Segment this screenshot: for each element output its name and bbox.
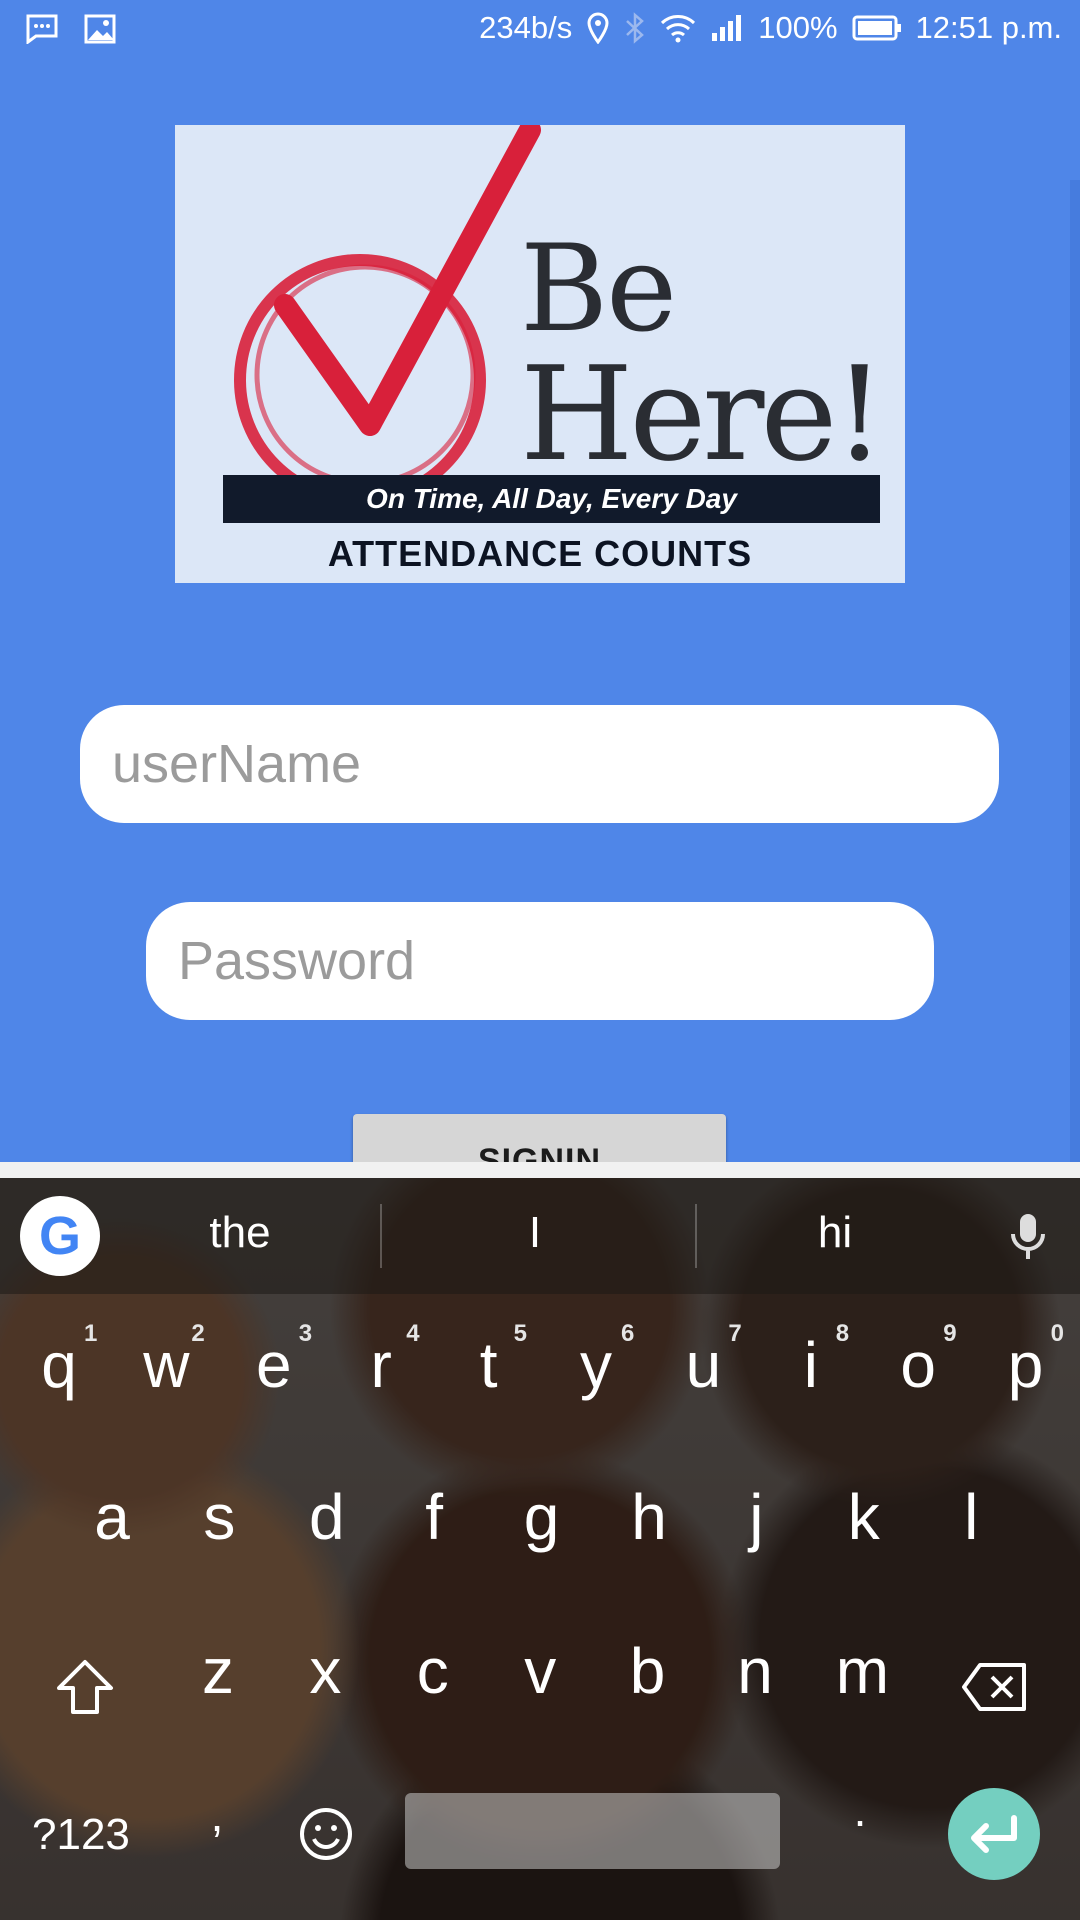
status-bar: 234b/s 100% 12:51 p.m. [0, 0, 1080, 62]
wifi-icon [660, 13, 696, 43]
logo-word-here: Here! [520, 338, 886, 490]
app-logo: Be Here! On Time, All Day, Every Day ATT… [175, 125, 905, 583]
battery-percent: 100% [758, 10, 838, 45]
key-hint-1: 1 [84, 1320, 98, 1347]
key-hint-9: 9 [943, 1320, 957, 1347]
message-notification-icon [26, 14, 58, 44]
period-key[interactable]: . [815, 1783, 905, 1837]
key-hint-0: 0 [1050, 1320, 1064, 1347]
suggestion-2[interactable]: I [465, 1208, 605, 1258]
key-hint-4: 4 [406, 1320, 420, 1347]
key-z[interactable]: z [173, 1634, 263, 1708]
password-input[interactable]: Password [146, 902, 934, 1020]
battery-icon [852, 14, 902, 42]
scroll-edge [1070, 180, 1080, 1220]
google-g-icon[interactable]: G [20, 1196, 100, 1276]
key-m[interactable]: m [817, 1634, 907, 1708]
suggestion-3[interactable]: hi [765, 1208, 905, 1258]
emoji-key-icon[interactable] [298, 1806, 354, 1867]
key-a[interactable]: a [67, 1480, 157, 1554]
microphone-icon[interactable] [1008, 1212, 1048, 1267]
key-hint-6: 6 [621, 1320, 635, 1347]
key-c[interactable]: c [388, 1634, 478, 1708]
space-key[interactable] [405, 1793, 780, 1869]
key-x[interactable]: x [280, 1634, 370, 1708]
key-n[interactable]: n [710, 1634, 800, 1708]
backspace-key-icon[interactable] [960, 1661, 1028, 1718]
comma-key[interactable]: , [172, 1788, 262, 1842]
key-hint-5: 5 [513, 1320, 527, 1347]
key-k[interactable]: k [819, 1480, 909, 1554]
key-v[interactable]: v [495, 1634, 585, 1708]
key-f[interactable]: f [389, 1480, 479, 1554]
suggestion-separator [695, 1204, 697, 1268]
logo-subtitle: ATTENDANCE COUNTS [327, 533, 753, 574]
key-hint-2: 2 [191, 1320, 205, 1347]
key-j[interactable]: j [711, 1480, 801, 1554]
key-b[interactable]: b [603, 1634, 693, 1708]
symbols-key[interactable]: ?123 [32, 1810, 130, 1860]
image-notification-icon [84, 14, 116, 44]
shift-key-icon[interactable] [55, 1658, 115, 1721]
login-screen: Be Here! On Time, All Day, Every Day ATT… [0, 62, 1080, 1220]
soft-keyboard: G the I hi q1w2e3r4t5y6u7i8o9p0 asdfghjk… [0, 1178, 1080, 1920]
key-l[interactable]: l [926, 1480, 1016, 1554]
logo-tagline: On Time, All Day, Every Day [223, 475, 880, 523]
username-input[interactable]: userName [80, 705, 999, 823]
signal-icon [710, 13, 744, 43]
enter-key[interactable] [948, 1788, 1040, 1880]
enter-arrow-icon [971, 1815, 1017, 1853]
key-s[interactable]: s [174, 1480, 264, 1554]
network-speed: 234b/s [479, 10, 573, 45]
suggestion-separator [380, 1204, 382, 1268]
key-g[interactable]: g [497, 1480, 587, 1554]
key-hint-8: 8 [835, 1320, 850, 1347]
suggestion-1[interactable]: the [170, 1208, 310, 1258]
keyboard-divider [0, 1162, 1080, 1178]
key-hint-7: 7 [728, 1320, 742, 1347]
key-hint-3: 3 [298, 1320, 313, 1347]
key-h[interactable]: h [604, 1480, 694, 1554]
key-d[interactable]: d [282, 1480, 372, 1554]
clock: 12:51 p.m. [915, 10, 1062, 45]
bluetooth-icon [624, 12, 646, 44]
suggestion-strip: G the I hi [0, 1178, 1080, 1294]
location-icon [586, 12, 610, 44]
